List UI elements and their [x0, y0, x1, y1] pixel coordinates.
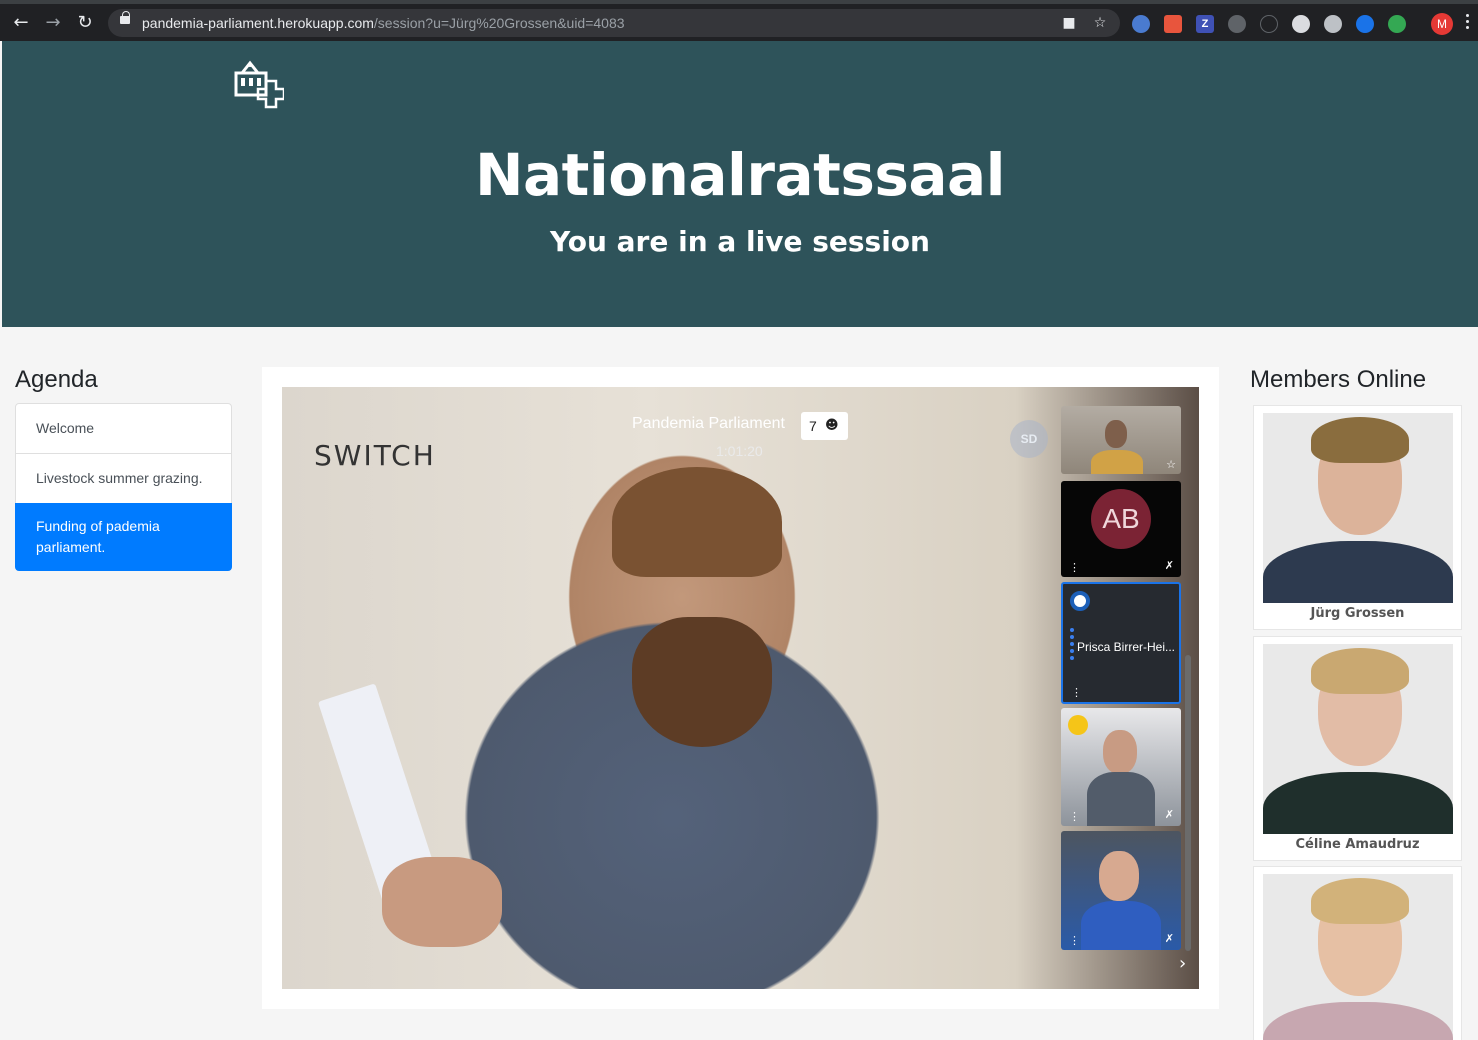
participant-count: 7: [809, 418, 817, 434]
parliament-logo: [234, 60, 284, 109]
url-host: pandemia-parliament.herokuapp.com: [142, 15, 374, 31]
member-name: Jürg Grossen: [1310, 606, 1405, 621]
ext-bulb-icon[interactable]: [1228, 15, 1246, 33]
more-options-icon[interactable]: ⋮: [1069, 811, 1080, 822]
participant-shirt: [1087, 772, 1155, 826]
speaker-hand: [382, 857, 502, 947]
participant-thumbnail[interactable]: AB ⋮ ✗: [1061, 481, 1181, 577]
forward-icon[interactable]: →: [40, 10, 66, 36]
participants-button[interactable]: 7 ☻: [801, 412, 848, 440]
participants-icon: ☻: [825, 418, 839, 433]
participant-face: [1099, 851, 1139, 901]
agenda-item-livestock[interactable]: Livestock summer grazing.: [15, 453, 232, 504]
member-photo: [1263, 413, 1453, 603]
browser-toolbar: ← → ↻ pandemia-parliament.herokuapp.com/…: [0, 0, 1478, 41]
page-title: Nationalratssaal: [474, 141, 1006, 209]
main-video[interactable]: SWITCH Pandemia Parliament 1:01:20 7 ☻ S…: [282, 387, 1199, 989]
pin-star-icon[interactable]: ☆: [1166, 458, 1176, 471]
url-path: /session?u=Jürg%20Grossen&uid=4083: [373, 15, 625, 31]
participant-avatar: AB: [1091, 489, 1151, 549]
ext-calendar-icon[interactable]: [1164, 15, 1182, 33]
speaker-beard: [632, 617, 772, 747]
participant-shirt: [1091, 450, 1143, 474]
url-text: pandemia-parliament.herokuapp.com/sessio…: [142, 15, 625, 31]
participant-thumbnail[interactable]: ⋮ ✗: [1061, 708, 1181, 826]
ext-at-icon[interactable]: [1356, 15, 1374, 33]
ext-toggle-icon[interactable]: [1388, 15, 1406, 33]
meeting-title: Pandemia Parliament: [632, 415, 785, 432]
member-name: Céline Amaudruz: [1295, 837, 1420, 852]
ext-info-icon[interactable]: [1260, 15, 1278, 33]
member-suit: [1263, 772, 1453, 834]
more-options-icon[interactable]: ⋮: [1071, 687, 1082, 698]
dominant-speaker-icon: [1070, 591, 1090, 611]
lock-icon: [120, 11, 130, 24]
address-bar[interactable]: pandemia-parliament.herokuapp.com/sessio…: [108, 9, 1120, 37]
member-suit: [1263, 1002, 1453, 1040]
agenda-item-funding[interactable]: Funding of pademia parliament.: [15, 503, 232, 571]
member-suit: [1263, 541, 1453, 603]
member-hair: [1311, 878, 1409, 924]
member-hair: [1311, 417, 1409, 463]
thumbnail-scrollbar[interactable]: [1185, 655, 1191, 951]
connection-quality-icon: [1068, 715, 1088, 735]
video-panel: SWITCH Pandemia Parliament 1:01:20 7 ☻ S…: [262, 367, 1219, 1009]
page-header: Nationalratssaal You are in a live sessi…: [2, 41, 1478, 327]
member-photo: [1263, 874, 1453, 1040]
ext-bubble-icon[interactable]: [1292, 15, 1310, 33]
browser-menu-icon[interactable]: [1466, 14, 1470, 32]
back-icon[interactable]: ←: [8, 10, 34, 36]
speaker-hair: [612, 467, 782, 577]
participant-shirt: [1081, 901, 1161, 950]
bookmark-star-icon[interactable]: ☆: [1091, 14, 1109, 32]
more-options-icon[interactable]: ⋮: [1069, 562, 1080, 573]
camera-icon[interactable]: ■: [1060, 14, 1078, 32]
ext-record-icon[interactable]: [1324, 15, 1342, 33]
agenda-item-welcome[interactable]: Welcome: [15, 403, 232, 454]
audio-level-icon: [1070, 628, 1074, 662]
participant-thumbnail-active[interactable]: Prisca Birrer-Hei... ⋮: [1061, 582, 1181, 704]
member-hair: [1311, 648, 1409, 694]
chevron-right-icon[interactable]: ›: [1179, 953, 1186, 974]
member-photo: [1263, 644, 1453, 834]
switch-logo: SWITCH: [314, 439, 436, 472]
meeting-timer: 1:01:20: [716, 443, 763, 459]
participant-face: [1103, 730, 1137, 774]
participant-face: [1105, 420, 1127, 448]
ext-z-icon[interactable]: Z: [1196, 15, 1214, 33]
more-options-icon[interactable]: ⋮: [1069, 935, 1080, 946]
members-heading: Members Online: [1250, 366, 1427, 393]
page-subtitle: You are in a live session: [550, 225, 930, 258]
mic-muted-icon: ✗: [1164, 559, 1174, 572]
member-card[interactable]: Jürg Grossen: [1253, 405, 1462, 630]
reload-icon[interactable]: ↻: [72, 10, 98, 36]
mic-muted-icon: ✗: [1164, 808, 1174, 821]
member-card[interactable]: Céline Amaudruz: [1253, 636, 1462, 861]
host-avatar[interactable]: SD: [1010, 420, 1048, 458]
participant-thumbnail[interactable]: ⋮ ✗: [1061, 831, 1181, 950]
member-card[interactable]: [1253, 866, 1462, 1040]
profile-avatar[interactable]: M: [1431, 13, 1453, 35]
participant-name: Prisca Birrer-Hei...: [1077, 640, 1176, 654]
agenda-list: Welcome Livestock summer grazing. Fundin…: [15, 403, 232, 571]
ext-circle-icon[interactable]: [1132, 15, 1150, 33]
mic-muted-icon: ✗: [1164, 932, 1174, 945]
agenda-heading: Agenda: [15, 366, 98, 393]
participant-thumbnail[interactable]: ☆: [1061, 406, 1181, 474]
